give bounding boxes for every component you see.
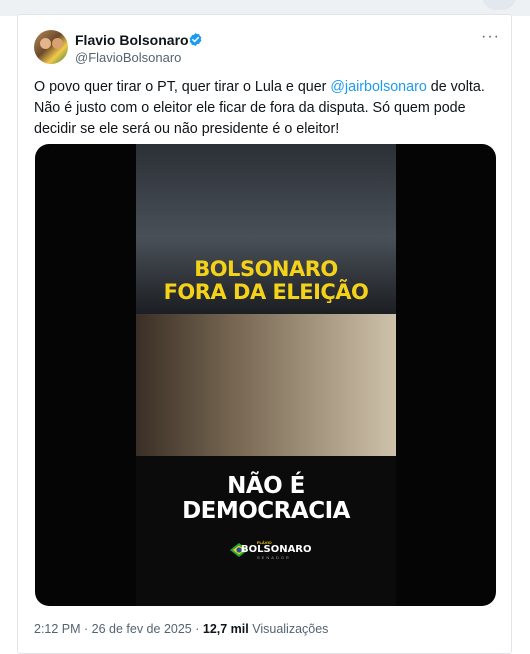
media-photo-bottom xyxy=(136,314,396,456)
logo-main-text: BOLSONARO xyxy=(241,544,312,555)
verified-badge-icon xyxy=(189,32,202,47)
media-headline-top: BOLSONARO FORA DA ELEIÇÃO xyxy=(136,258,396,304)
tweet-text: O povo quer tirar o PT, quer tirar o Lul… xyxy=(34,77,496,140)
more-options-icon[interactable]: ··· xyxy=(481,28,500,46)
author-handle[interactable]: @FlavioBolsonaro xyxy=(75,50,181,65)
avatar[interactable] xyxy=(34,30,68,64)
media-headline-bottom: NÃO É DEMOCRACIA xyxy=(136,474,396,524)
media-headline-top-line2: FORA DA ELEIÇÃO xyxy=(163,280,369,304)
mention-link[interactable]: @jairbolsonaro xyxy=(330,79,426,95)
views-count: 12,7 mil xyxy=(202,622,249,636)
timestamp[interactable]: 2:12 PM · 26 de fev de 2025 · xyxy=(34,622,199,636)
avatar-face-left xyxy=(40,38,51,49)
media-headline-bottom-line2: DEMOCRACIA xyxy=(182,498,350,524)
media-headline-bottom-line1: NÃO É xyxy=(227,473,305,499)
tweet-video[interactable]: BOLSONARO FORA DA ELEIÇÃO NÃO É DEMOCRAC… xyxy=(35,144,496,606)
tweet-meta: 2:12 PM · 26 de fev de 2025 · 12,7 mil V… xyxy=(34,622,328,636)
tweet-card: Flavio Bolsonaro @FlavioBolsonaro ··· O … xyxy=(17,14,512,654)
author-name[interactable]: Flavio Bolsonaro xyxy=(75,32,189,48)
logo-sub-text: SENADOR xyxy=(257,555,291,560)
media-headline-top-line1: BOLSONARO xyxy=(194,257,338,281)
avatar-face-right xyxy=(52,38,63,49)
tweet-text-part1: O povo quer tirar o PT, quer tirar o Lul… xyxy=(34,79,331,95)
views-label: Visualizações xyxy=(252,622,329,636)
